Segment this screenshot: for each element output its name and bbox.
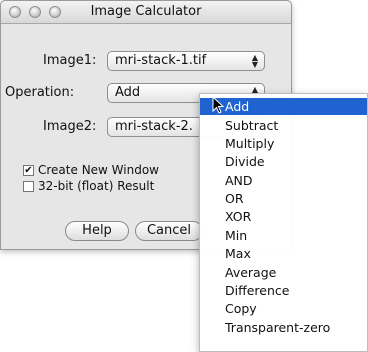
float-result-label: 32-bit (float) Result [38,179,155,193]
menu-item-label: XOR [225,209,252,224]
menu-item-label: Subtract [225,118,279,133]
menu-item-or[interactable]: OR [200,190,367,207]
menu-item-max[interactable]: Max [200,245,367,262]
menu-item-and[interactable]: AND [200,172,367,189]
menu-item-label: Min [225,228,248,243]
mouse-pointer-icon [212,96,224,114]
menu-item-transparent-zero[interactable]: Transparent-zero [200,319,367,336]
menu-item-label: Multiply [225,136,275,151]
menu-item-difference[interactable]: Difference [200,282,367,299]
title-bar[interactable]: Image Calculator [1,1,291,24]
checkbox-checked-icon: ✔ [23,164,34,176]
operation-value: Add [115,85,141,100]
menu-item-label: Divide [225,154,265,169]
checkbox-unchecked-icon [23,180,34,192]
image2-label: Image2: [43,119,97,134]
menu-item-label: Max [225,246,251,261]
menu-item-label: Add [225,99,250,114]
float-result-checkbox[interactable]: 32-bit (float) Result [23,179,154,193]
menu-item-subtract[interactable]: Subtract [200,117,367,134]
menu-item-average[interactable]: Average [200,264,367,281]
image1-value: mri-stack-1.tif [115,53,207,68]
popup-arrows-icon: ▲▼ [251,53,259,69]
operation-dropdown-menu: Add Subtract Multiply Divide AND OR XOR … [199,93,368,352]
create-window-checkbox[interactable]: ✔ Create New Window [23,163,159,177]
help-button[interactable]: Help [65,221,129,241]
cancel-button[interactable]: Cancel [135,221,203,241]
menu-item-multiply[interactable]: Multiply [200,135,367,152]
menu-item-min[interactable]: Min [200,227,367,244]
operation-label: Operation: [5,85,75,100]
image2-value: mri-stack-2. [115,119,193,134]
menu-item-label: Copy [225,301,257,316]
menu-item-label: Transparent-zero [225,320,331,335]
menu-item-label: OR [225,191,244,206]
menu-item-copy[interactable]: Copy [200,300,367,317]
create-window-label: Create New Window [38,163,159,177]
menu-item-label: Difference [225,283,290,298]
menu-item-add[interactable]: Add [200,98,367,115]
image1-label: Image1: [43,53,97,68]
menu-item-divide[interactable]: Divide [200,153,367,170]
menu-item-label: AND [225,173,253,188]
menu-item-label: Average [225,265,277,280]
image1-select[interactable]: mri-stack-1.tif ▲ ▼ [107,51,265,71]
menu-item-xor[interactable]: XOR [200,208,367,225]
window-title: Image Calculator [90,4,202,19]
